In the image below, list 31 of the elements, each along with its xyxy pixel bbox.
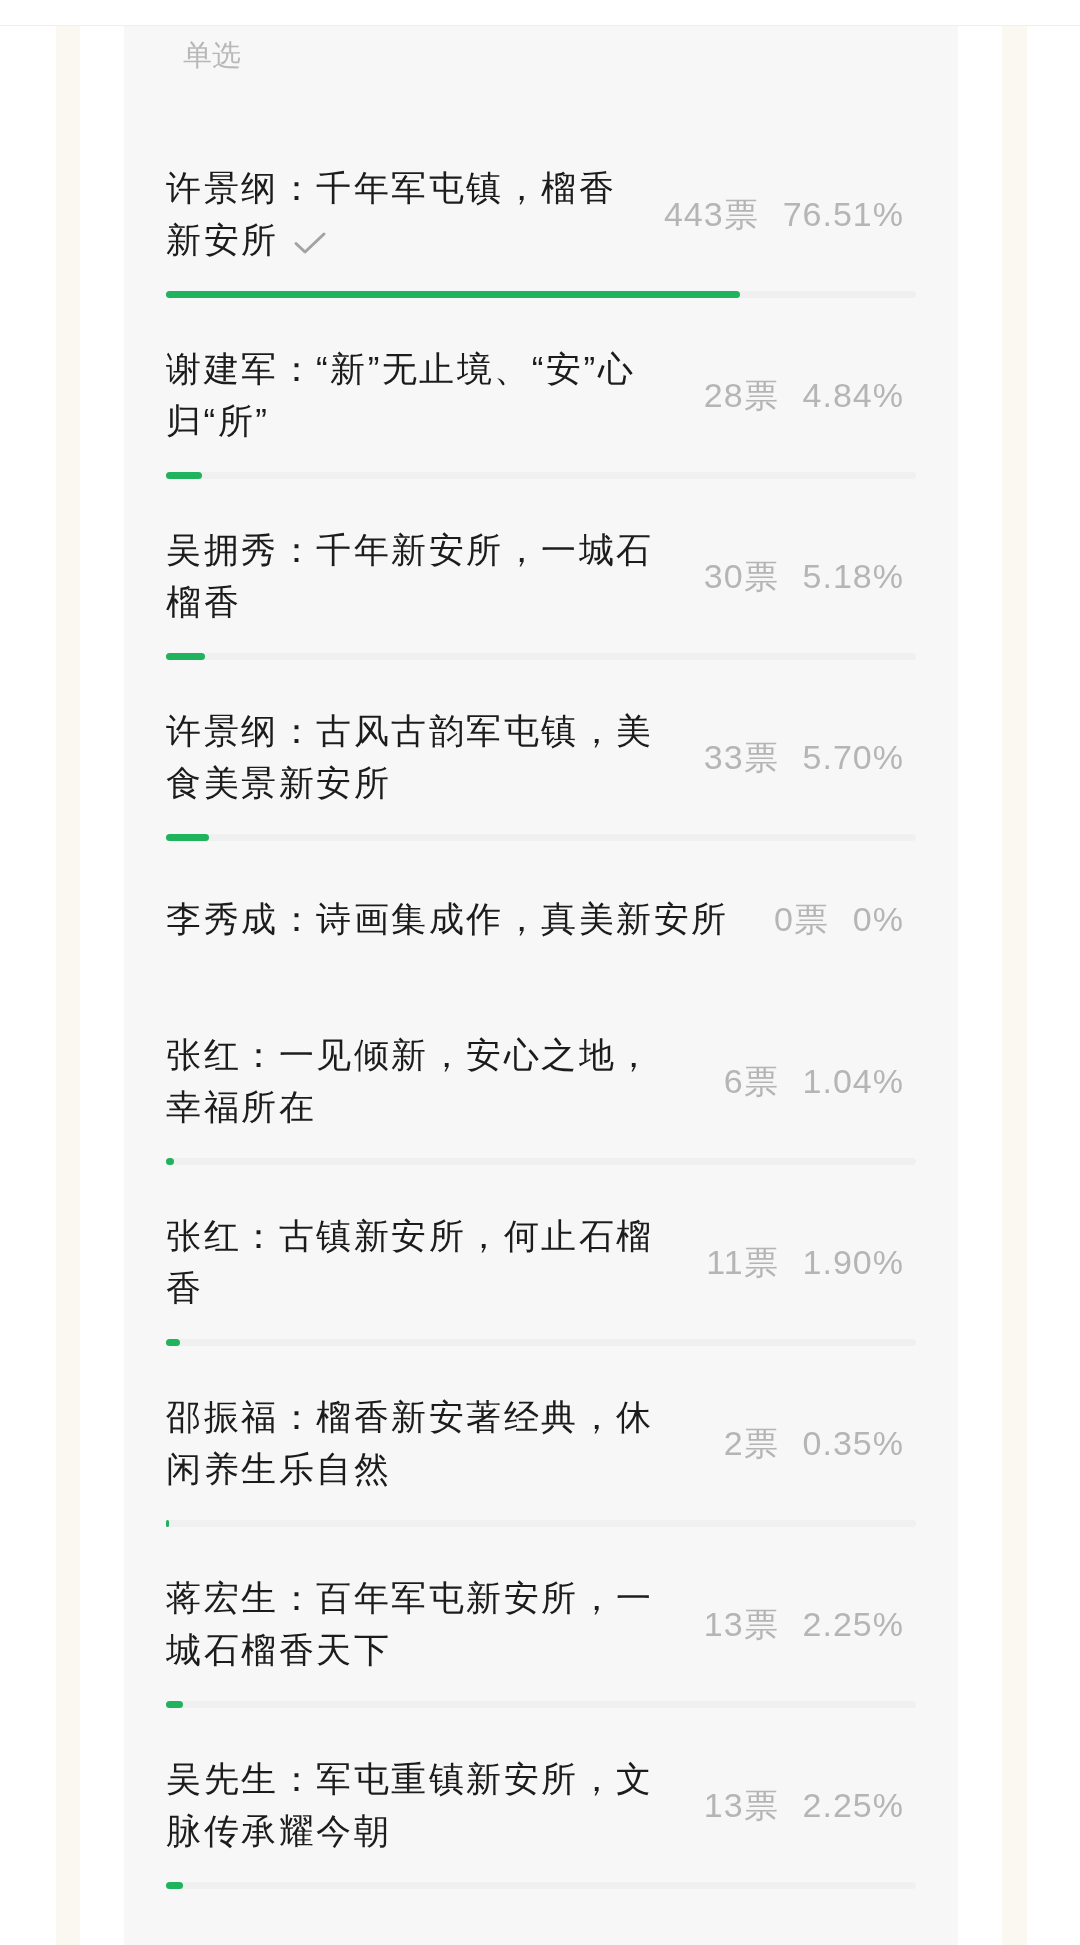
option-text: 谢建军：“新”无止境、“安”心归“所” xyxy=(166,349,636,440)
option-text: 吴先生：军屯重镇新安所，文脉传承耀今朝 xyxy=(166,1759,654,1850)
option-text: 张红：一见倾新，安心之地，幸福所在 xyxy=(166,1035,654,1126)
vote-percent: 5.18% xyxy=(802,556,904,597)
vote-percent: 2.25% xyxy=(802,1604,904,1645)
vote-count: 33票 xyxy=(703,737,779,778)
vote-count: 13票 xyxy=(703,1604,779,1645)
vote-percent: 0% xyxy=(852,899,904,940)
option-text: 许景纲：古风古韵军屯镇，美食美景新安所 xyxy=(166,711,654,802)
option-text: 张红：古镇新安所，何止石榴香 xyxy=(166,1216,654,1307)
vote-percent: 0.35% xyxy=(802,1423,904,1464)
choice-type-label: 单选 xyxy=(183,38,241,73)
vote-percent: 1.90% xyxy=(802,1242,904,1283)
vote-percent: 5.70% xyxy=(802,737,904,778)
vote-count: 443票 xyxy=(663,194,759,235)
vote-percent: 1.04% xyxy=(802,1061,904,1102)
vote-count: 28票 xyxy=(703,375,779,416)
vote-count: 2票 xyxy=(723,1423,779,1464)
vote-count: 30票 xyxy=(703,556,779,597)
vote-percent: 76.51% xyxy=(782,194,904,235)
vote-count: 0票 xyxy=(773,899,829,940)
vote-percent: 2.25% xyxy=(802,1785,904,1826)
vote-count: 13票 xyxy=(703,1785,779,1826)
vote-percent: 4.84% xyxy=(802,375,904,416)
option-text: 许景纲：千年军屯镇，榴香新安所 xyxy=(166,168,616,259)
vote-count: 11票 xyxy=(706,1242,779,1283)
option-text: 蒋宏生：百年军屯新安所，一城石榴香天下 xyxy=(166,1578,654,1669)
option-text: 吴拥秀：千年新安所，一城石榴香 xyxy=(166,530,654,621)
vote-count: 6票 xyxy=(723,1061,779,1102)
option-text: 邵振福：榴香新安著经典，休闲养生乐自然 xyxy=(166,1397,654,1488)
option-text: 李秀成：诗画集成作，真美新安所 xyxy=(166,899,729,938)
